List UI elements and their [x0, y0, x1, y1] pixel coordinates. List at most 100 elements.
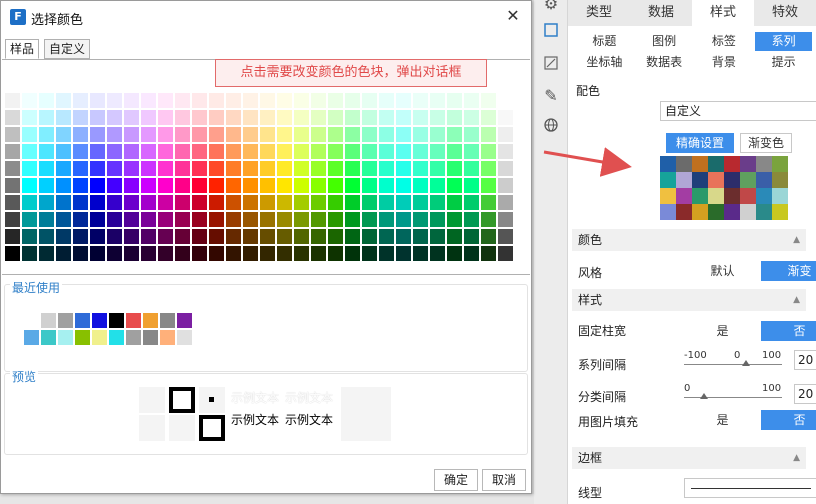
slider-thumb[interactable] — [700, 393, 708, 399]
color-swatch[interactable] — [225, 126, 242, 143]
color-swatch[interactable] — [174, 92, 191, 109]
color-swatch[interactable] — [310, 143, 327, 160]
tab-custom[interactable]: 自定义 — [44, 39, 91, 59]
color-swatch[interactable] — [225, 109, 242, 126]
globe-icon[interactable] — [541, 117, 561, 137]
color-swatch[interactable] — [497, 228, 514, 245]
color-swatch[interactable] — [446, 228, 463, 245]
color-swatch[interactable] — [276, 228, 293, 245]
color-swatch[interactable] — [378, 211, 395, 228]
color-scheme-select[interactable]: 自定义 ▼ — [660, 101, 816, 121]
color-swatch[interactable] — [480, 160, 497, 177]
color-swatch[interactable] — [276, 109, 293, 126]
color-swatch[interactable] — [344, 160, 361, 177]
color-swatch[interactable] — [395, 211, 412, 228]
color-swatch[interactable] — [21, 143, 38, 160]
color-swatch[interactable] — [497, 160, 514, 177]
style-gradient-option[interactable]: 渐变 — [761, 261, 816, 281]
palette-swatch[interactable] — [692, 172, 708, 188]
color-swatch[interactable] — [412, 211, 429, 228]
color-swatch[interactable] — [55, 126, 72, 143]
color-swatch[interactable] — [412, 109, 429, 126]
color-swatch[interactable] — [89, 126, 106, 143]
close-icon[interactable]: ✕ — [503, 6, 523, 26]
color-swatch[interactable] — [38, 245, 55, 262]
color-swatch[interactable] — [310, 194, 327, 211]
color-swatch[interactable] — [463, 177, 480, 194]
color-swatch[interactable] — [174, 228, 191, 245]
color-swatch[interactable] — [140, 126, 157, 143]
color-swatch[interactable] — [361, 211, 378, 228]
color-swatch[interactable] — [327, 211, 344, 228]
color-swatch[interactable] — [225, 194, 242, 211]
color-swatch[interactable] — [242, 126, 259, 143]
tab-data[interactable]: 数据 — [630, 0, 692, 26]
palette-swatch[interactable] — [724, 204, 740, 220]
palette-swatch[interactable] — [772, 172, 788, 188]
palette-swatch[interactable] — [724, 188, 740, 204]
color-swatch[interactable] — [480, 143, 497, 160]
color-swatch[interactable] — [140, 109, 157, 126]
section-color[interactable]: 颜色 ▲ — [572, 229, 806, 251]
series-gap-input[interactable]: 20 ▲▼ — [794, 350, 816, 370]
color-swatch[interactable] — [89, 143, 106, 160]
color-swatch[interactable] — [191, 228, 208, 245]
color-swatch[interactable] — [123, 228, 140, 245]
color-swatch[interactable] — [293, 160, 310, 177]
color-swatch[interactable] — [157, 126, 174, 143]
color-swatch[interactable] — [412, 177, 429, 194]
color-swatch[interactable] — [310, 177, 327, 194]
color-swatch[interactable] — [259, 245, 276, 262]
color-swatch[interactable] — [123, 194, 140, 211]
color-swatch[interactable] — [21, 92, 38, 109]
palette-swatch[interactable] — [708, 188, 724, 204]
color-swatch[interactable] — [327, 143, 344, 160]
color-swatch[interactable] — [463, 143, 480, 160]
color-swatch[interactable] — [89, 109, 106, 126]
color-swatch[interactable] — [446, 177, 463, 194]
subtab-series[interactable]: 系列 — [755, 32, 812, 51]
color-swatch[interactable] — [55, 177, 72, 194]
color-swatch[interactable] — [429, 245, 446, 262]
subtab-datasheet[interactable]: 数据表 — [635, 53, 693, 72]
color-swatch[interactable] — [412, 143, 429, 160]
palette-swatch[interactable] — [676, 172, 692, 188]
color-swatch[interactable] — [174, 177, 191, 194]
color-swatch[interactable] — [208, 109, 225, 126]
color-swatch[interactable] — [55, 211, 72, 228]
color-swatch[interactable] — [191, 92, 208, 109]
color-swatch[interactable] — [123, 143, 140, 160]
color-swatch[interactable] — [310, 228, 327, 245]
palette-swatch[interactable] — [708, 156, 724, 172]
recent-color-swatch[interactable] — [23, 329, 40, 346]
color-swatch[interactable] — [463, 228, 480, 245]
image-fill-no[interactable]: 否 — [761, 410, 816, 430]
recent-color-swatch[interactable] — [159, 329, 176, 346]
tab-effects[interactable]: 特效 — [754, 0, 816, 26]
subtab-title[interactable]: 标题 — [576, 32, 633, 51]
color-swatch[interactable] — [242, 160, 259, 177]
color-swatch[interactable] — [429, 143, 446, 160]
color-swatch[interactable] — [463, 160, 480, 177]
color-swatch[interactable] — [497, 194, 514, 211]
color-swatch[interactable] — [242, 211, 259, 228]
color-swatch[interactable] — [157, 143, 174, 160]
recent-color-swatch[interactable] — [176, 329, 193, 346]
color-swatch[interactable] — [21, 228, 38, 245]
color-swatch[interactable] — [463, 211, 480, 228]
color-swatch[interactable] — [378, 126, 395, 143]
color-swatch[interactable] — [378, 109, 395, 126]
recent-color-swatch[interactable] — [57, 329, 74, 346]
color-swatch[interactable] — [361, 228, 378, 245]
recent-color-swatch[interactable] — [57, 312, 74, 329]
color-swatch[interactable] — [480, 177, 497, 194]
color-swatch[interactable] — [259, 228, 276, 245]
color-swatch[interactable] — [225, 160, 242, 177]
palette-swatch[interactable] — [740, 188, 756, 204]
color-swatch[interactable] — [4, 228, 21, 245]
color-swatch[interactable] — [497, 211, 514, 228]
color-swatch[interactable] — [259, 143, 276, 160]
color-swatch[interactable] — [327, 245, 344, 262]
palette-swatch[interactable] — [724, 156, 740, 172]
recent-color-swatch[interactable] — [142, 329, 159, 346]
